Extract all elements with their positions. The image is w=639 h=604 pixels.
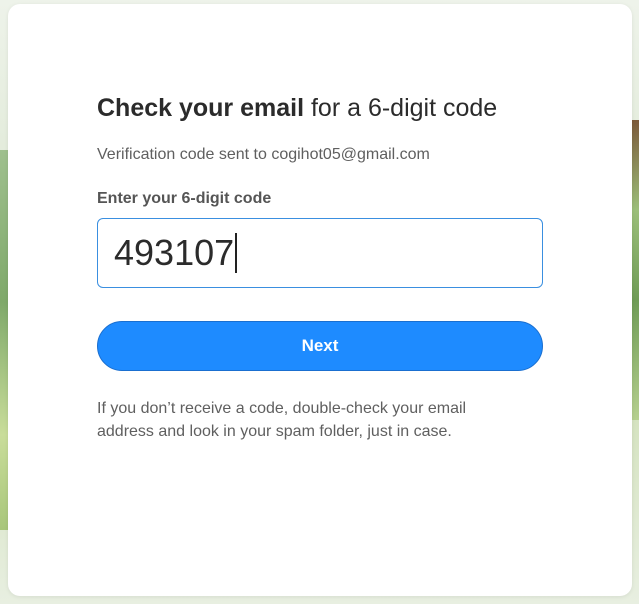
text-caret bbox=[235, 233, 237, 273]
page-title-rest: for a 6-digit code bbox=[304, 94, 498, 122]
page-title-strong: Check your email bbox=[97, 94, 305, 122]
code-input-value: 493107 bbox=[114, 232, 235, 273]
code-input[interactable]: 493107 bbox=[97, 218, 543, 288]
page-title: Check your email for a 6-digit code bbox=[97, 92, 543, 124]
help-text: If you don’t receive a code, double-chec… bbox=[97, 400, 467, 440]
verification-card: Check your email for a 6-digit code Veri… bbox=[8, 4, 632, 596]
verification-sent-text: Verification code sent to cogihot05@gmai… bbox=[97, 146, 430, 163]
code-field-label: Enter your 6-digit code bbox=[97, 190, 272, 207]
verification-form: Check your email for a 6-digit code Veri… bbox=[97, 92, 543, 443]
next-button[interactable]: Next bbox=[97, 321, 543, 371]
